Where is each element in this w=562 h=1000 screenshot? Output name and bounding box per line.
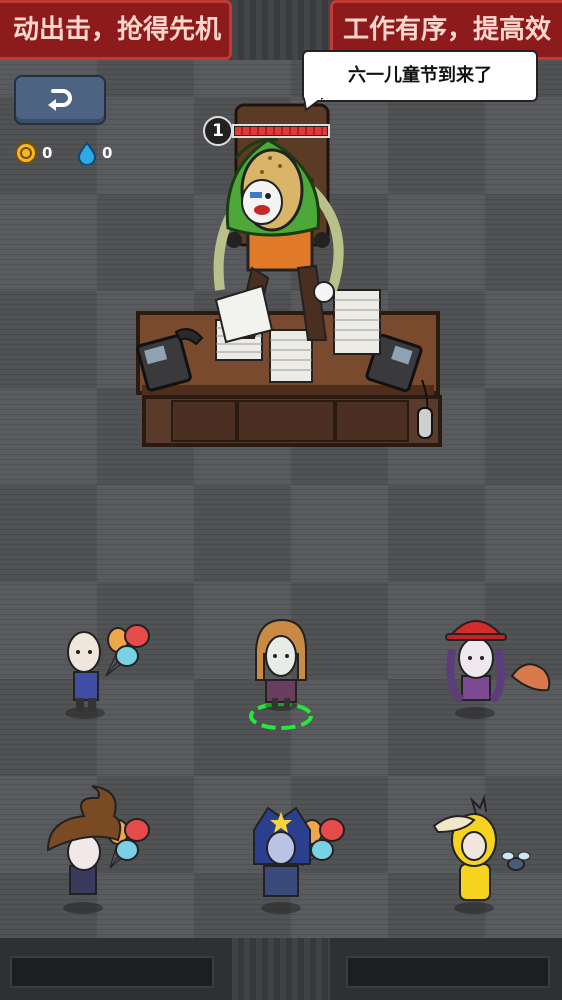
boss-health-bar (232, 124, 330, 138)
bald-man-character[interactable] (65, 624, 150, 719)
boss-speech-bubble: 六一儿童节到来了 (302, 50, 538, 102)
ponytail-girl-character[interactable] (249, 618, 313, 730)
coin-count: 0 (42, 144, 53, 162)
boss-level-badge: 1 (203, 116, 233, 146)
dragon-pet (510, 663, 551, 692)
wall-vent-right (346, 956, 550, 988)
coin-counter: 0 (14, 140, 56, 166)
back-button[interactable] (14, 75, 106, 125)
return-arrow-icon (48, 89, 72, 111)
gold-coin-icon (15, 142, 37, 164)
duck-costume-character[interactable] (432, 794, 531, 914)
bottom-wall (0, 938, 562, 1000)
wall-vent-left (10, 956, 214, 988)
water-count: 0 (102, 144, 113, 162)
poop-hat-girl-character[interactable] (46, 785, 150, 914)
water-counter: 0 (76, 140, 116, 166)
speech-bubble-tail (304, 98, 324, 112)
hero-mask-character[interactable] (253, 806, 345, 914)
fly-pet (501, 851, 531, 871)
boss-health-fill (235, 127, 327, 135)
water-drop-icon (77, 141, 97, 165)
bottom-wall-pillar (232, 938, 330, 1000)
fire-helmet-girl-character[interactable] (445, 620, 551, 719)
